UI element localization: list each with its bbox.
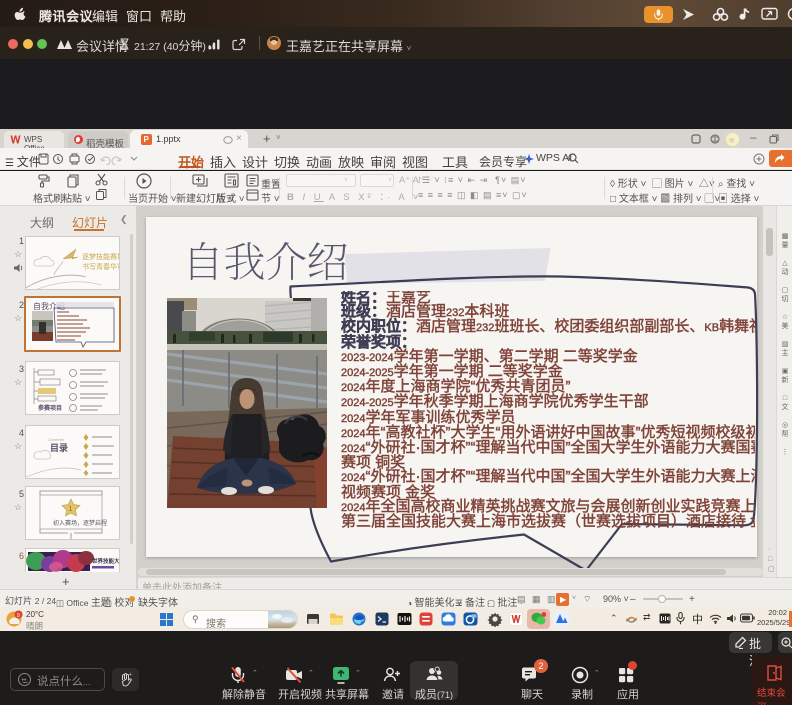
svg-text:+: + <box>129 672 132 678</box>
svg-text:9: 9 <box>17 613 20 619</box>
